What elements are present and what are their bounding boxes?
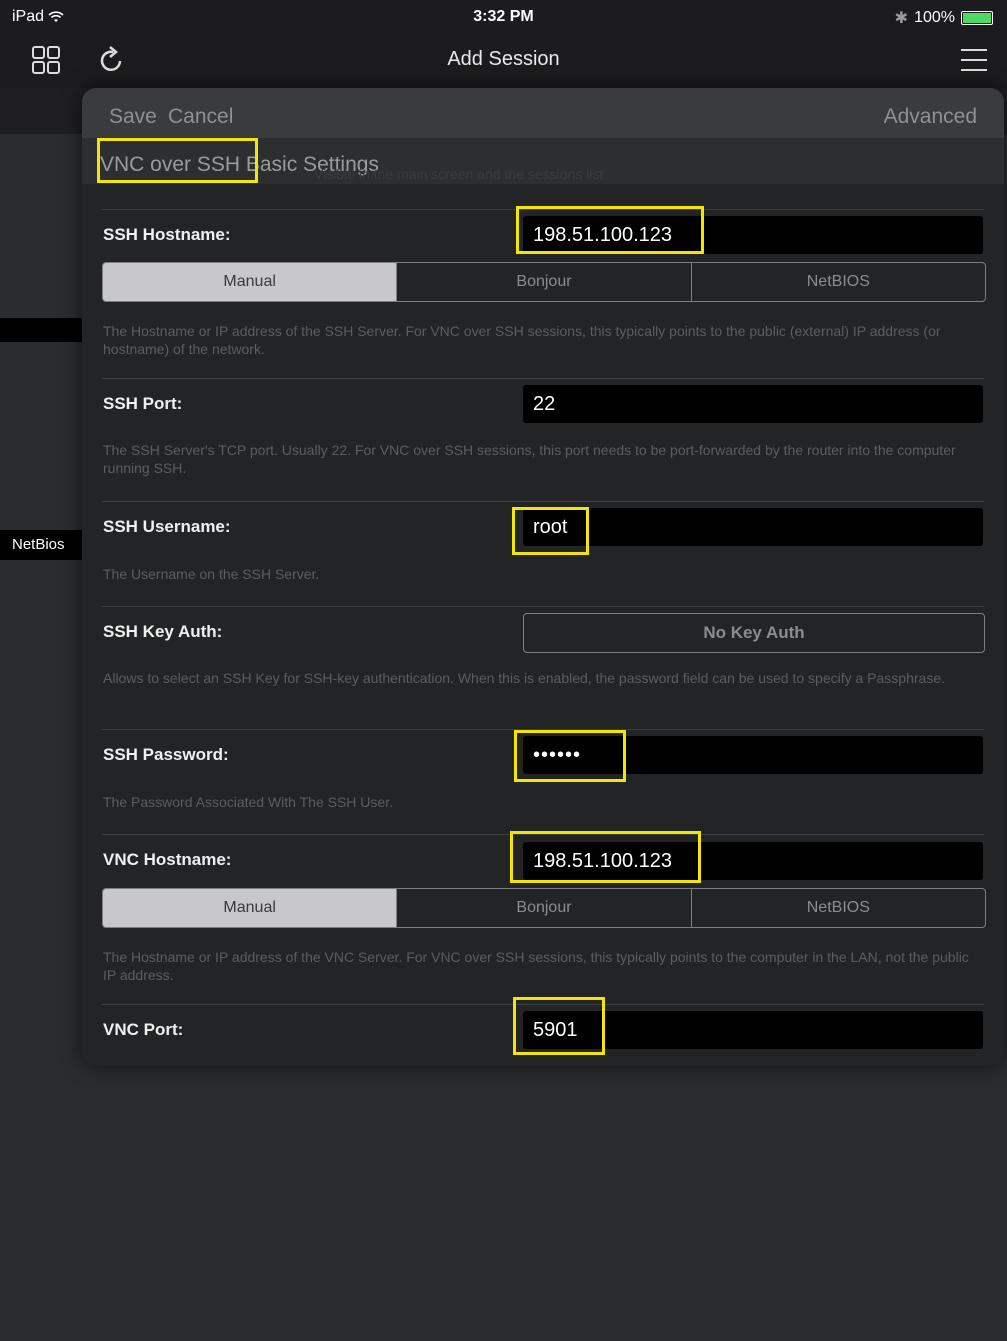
highlight-box bbox=[97, 138, 258, 183]
ssh-hostname-description: The Hostname or IP address of the SSH Se… bbox=[103, 323, 941, 357]
highlight-box bbox=[510, 831, 701, 883]
advanced-button[interactable]: Advanced bbox=[884, 105, 977, 129]
ssh-key-auth-description: Allows to select an SSH Key for SSH-key … bbox=[103, 670, 946, 686]
modal-toolbar: Save Cancel Advanced bbox=[82, 88, 1004, 138]
segment-bonjour[interactable]: Bonjour bbox=[396, 263, 690, 301]
settings-subtitle: Visible in the main screen and the sessi… bbox=[314, 166, 604, 182]
battery-icon bbox=[961, 11, 993, 25]
ssh-port-value: 22 bbox=[533, 393, 556, 415]
divider bbox=[102, 378, 984, 379]
ssh-username-description: The Username on the SSH Server. bbox=[103, 566, 320, 582]
divider bbox=[102, 606, 984, 607]
nav-bar: Add Session bbox=[0, 34, 1007, 88]
highlight-box bbox=[512, 507, 589, 555]
status-bar: iPad 3:32 PM ✱ 100% bbox=[0, 0, 1007, 34]
segment-bonjour[interactable]: Bonjour bbox=[396, 889, 690, 927]
highlight-box bbox=[514, 730, 626, 782]
segment-netbios[interactable]: NetBIOS bbox=[690, 889, 985, 927]
cancel-button[interactable]: Cancel bbox=[168, 105, 233, 129]
divider bbox=[102, 501, 984, 502]
ssh-port-label: SSH Port: bbox=[103, 394, 183, 413]
vnc-hostname-description: The Hostname or IP address of the VNC Se… bbox=[103, 949, 969, 983]
background-netbios-label: NetBios bbox=[0, 530, 82, 560]
ssh-password-label: SSH Password: bbox=[103, 745, 229, 764]
ssh-username-label: SSH Username: bbox=[103, 517, 231, 536]
ssh-port-input[interactable]: 22 bbox=[523, 385, 983, 423]
ssh-username-input[interactable]: root bbox=[523, 508, 983, 546]
ssh-hostname-label: SSH Hostname: bbox=[103, 225, 231, 244]
status-time: 3:32 PM bbox=[473, 8, 534, 25]
highlight-box bbox=[513, 997, 605, 1055]
vnc-hostname-source-selector[interactable]: Manual Bonjour NetBIOS bbox=[102, 888, 986, 928]
vnc-port-label: VNC Port: bbox=[103, 1020, 184, 1039]
battery-percent: 100% bbox=[914, 9, 955, 26]
segment-netbios[interactable]: NetBIOS bbox=[690, 263, 985, 301]
segment-manual[interactable]: Manual bbox=[103, 889, 397, 927]
ssh-password-description: The Password Associated With The SSH Use… bbox=[103, 794, 393, 810]
segment-manual[interactable]: Manual bbox=[103, 263, 397, 301]
bluetooth-icon: ✱ bbox=[894, 10, 909, 27]
ssh-key-auth-label: SSH Key Auth: bbox=[103, 622, 223, 641]
ssh-port-description: The SSH Server's TCP port. Usually 22. F… bbox=[103, 442, 956, 476]
save-button[interactable]: Save bbox=[109, 105, 157, 129]
status-right: ✱ 100% bbox=[895, 8, 993, 28]
highlight-box bbox=[516, 206, 704, 254]
ssh-hostname-source-selector[interactable]: Manual Bonjour NetBIOS bbox=[102, 262, 986, 302]
background-strip bbox=[0, 318, 90, 342]
ssh-key-auth-button[interactable]: No Key Auth bbox=[523, 613, 985, 653]
page-title: Add Session bbox=[447, 48, 560, 70]
hamburger-menu-icon[interactable] bbox=[958, 44, 990, 76]
vnc-hostname-label: VNC Hostname: bbox=[103, 850, 232, 869]
